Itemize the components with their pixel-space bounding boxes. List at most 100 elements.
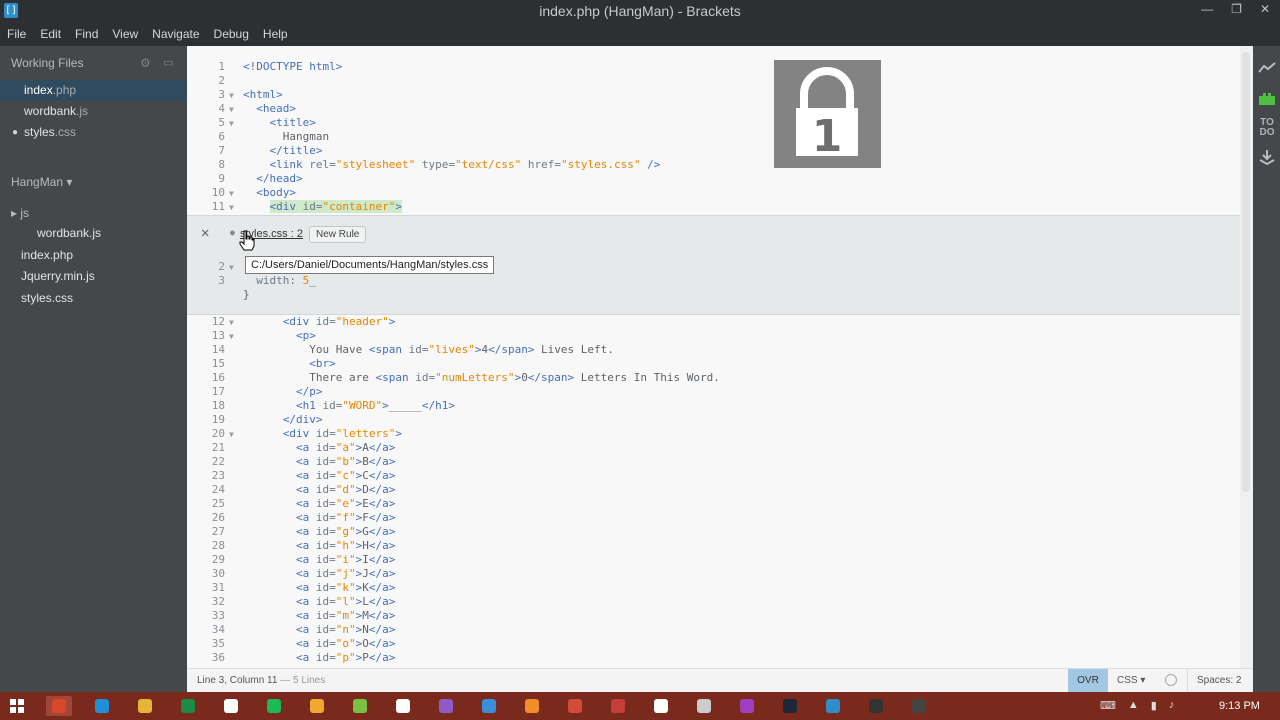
code-line[interactable]: 18 <h1 id="WORD">_____</h1> xyxy=(187,399,1240,413)
deploy-icon[interactable] xyxy=(1258,148,1276,166)
code-line[interactable]: 24 <a id="d">D</a> xyxy=(187,483,1240,497)
code-line[interactable]: 29 <a id="i">I</a> xyxy=(187,553,1240,567)
clock[interactable]: 9:13 PM xyxy=(1219,700,1260,712)
code-line[interactable]: 6 Hangman xyxy=(187,130,1240,144)
linter-status-icon[interactable] xyxy=(1165,674,1177,686)
brackets-icon[interactable] xyxy=(820,696,846,716)
code-line[interactable]: 16 There are <span id="numLetters">0</sp… xyxy=(187,371,1240,385)
menu-debug[interactable]: Debug xyxy=(214,27,249,41)
steam-icon[interactable] xyxy=(777,696,803,716)
chrome-icon[interactable] xyxy=(46,696,72,716)
amazon-icon[interactable] xyxy=(390,696,416,716)
spotify-icon[interactable] xyxy=(261,696,287,716)
visual-studio-icon[interactable] xyxy=(433,696,459,716)
working-file-wordbank[interactable]: wordbank.js xyxy=(0,101,187,122)
fold-toggle-icon[interactable]: ▼ xyxy=(229,89,234,103)
code-line[interactable]: 19 </div> xyxy=(187,413,1240,427)
scroll-thumb[interactable] xyxy=(1242,52,1250,492)
todo-icon[interactable]: TO DO xyxy=(1258,118,1276,138)
minimize-icon[interactable]: — xyxy=(1201,2,1213,16)
code-line[interactable]: 31 <a id="k">K</a> xyxy=(187,581,1240,595)
purple-app-icon[interactable] xyxy=(734,696,760,716)
language-selector[interactable]: CSS ▾ xyxy=(1117,675,1145,686)
menu-find[interactable]: Find xyxy=(75,27,98,41)
evernote-icon[interactable] xyxy=(347,696,373,716)
code-editor[interactable]: 1 <!DOCTYPE html> 2 3 ▼ <html> 4 ▼ <head> 5 ▼ <ti… xyxy=(187,46,1240,668)
tree-file-jquery[interactable]: Jquerry.min.js xyxy=(21,266,95,287)
fold-toggle-icon[interactable]: ▼ xyxy=(229,428,234,442)
menu-navigate[interactable]: Navigate xyxy=(152,27,199,41)
code-line[interactable]: 4 ▼ <head> xyxy=(187,102,1240,116)
menu-help[interactable]: Help xyxy=(263,27,288,41)
terminal-icon[interactable] xyxy=(863,696,889,716)
code-line[interactable]: 17 </p> xyxy=(187,385,1240,399)
code-line[interactable]: 25 <a id="e">E</a> xyxy=(187,497,1240,511)
fold-toggle-icon[interactable]: ▼ xyxy=(229,330,234,344)
tray-up-icon[interactable]: ▲ xyxy=(1128,699,1139,712)
close-icon[interactable]: ✕ xyxy=(1260,2,1270,16)
code-line[interactable]: 30 <a id="j">J</a> xyxy=(187,567,1240,581)
code-line[interactable]: 7 </title> xyxy=(187,144,1240,158)
tree-file-index[interactable]: index.php xyxy=(21,245,73,266)
fold-toggle-icon[interactable]: ▼ xyxy=(229,103,234,117)
home-icon[interactable] xyxy=(218,696,244,716)
tree-file-styles[interactable]: styles.css xyxy=(21,288,73,309)
code-line[interactable]: 32 <a id="l">L</a> xyxy=(187,595,1240,609)
code-line[interactable]: } xyxy=(187,288,1240,302)
inline-css-editor[interactable]: ✕ ● styles.css : 2 New Rule C:/Users/Dan… xyxy=(187,215,1240,315)
code-line[interactable]: 33 <a id="m">M</a> xyxy=(187,609,1240,623)
project-title[interactable]: HangMan ▾ xyxy=(11,175,72,189)
volume-icon[interactable]: ♪ xyxy=(1169,699,1175,712)
code-line[interactable]: 34 <a id="n">N</a> xyxy=(187,623,1240,637)
calculator-icon[interactable] xyxy=(648,696,674,716)
code-line[interactable]: 14 You Have <span id="lives">4</span> Li… xyxy=(187,343,1240,357)
tree-file-wordbank[interactable]: wordbank.js xyxy=(37,223,101,244)
code-line[interactable]: 13 ▼ <p> xyxy=(187,329,1240,343)
new-rule-button[interactable]: New Rule xyxy=(309,226,367,243)
media-icon[interactable] xyxy=(562,696,588,716)
gear-icon[interactable]: ⚙ xyxy=(140,56,151,70)
code-line[interactable]: 27 <a id="g">G</a> xyxy=(187,525,1240,539)
menu-view[interactable]: View xyxy=(112,27,138,41)
presentation-icon[interactable] xyxy=(605,696,631,716)
editor-scrollbar[interactable] xyxy=(1240,46,1253,668)
keyboard-icon[interactable]: ⌨ xyxy=(1100,699,1116,712)
indent-setting[interactable]: Spaces: 2 xyxy=(1197,675,1241,686)
working-file-index[interactable]: index.php xyxy=(0,80,187,101)
code-line[interactable]: 36 <a id="p">P</a> xyxy=(187,651,1240,665)
code-line[interactable]: 20 ▼ <div id="letters"> xyxy=(187,427,1240,441)
fold-toggle-icon[interactable]: ▼ xyxy=(229,201,234,215)
windows-start-icon[interactable] xyxy=(10,699,24,716)
user-icon[interactable] xyxy=(519,696,545,716)
code-line[interactable]: 35 <a id="o">O</a> xyxy=(187,637,1240,651)
code-line[interactable]: 11 ▼ <div id="container"> xyxy=(187,200,1240,214)
split-view-icon[interactable]: ▭ xyxy=(163,56,173,69)
code-line[interactable]: 1 <!DOCTYPE html> xyxy=(187,60,1240,74)
ie-icon[interactable] xyxy=(89,696,115,716)
vs-code-icon[interactable] xyxy=(476,696,502,716)
code-line[interactable]: 21 <a id="a">A</a> xyxy=(187,441,1240,455)
code-line[interactable]: 8 <link rel="stylesheet" type="text/css"… xyxy=(187,158,1240,172)
close-inline-editor-icon[interactable]: ✕ xyxy=(201,225,209,241)
fold-toggle-icon[interactable]: ▼ xyxy=(229,316,234,330)
fold-toggle-icon[interactable]: ▼ xyxy=(229,261,234,275)
working-file-styles[interactable]: ● styles.css xyxy=(0,122,187,143)
code-line[interactable]: 28 <a id="h">H</a> xyxy=(187,539,1240,553)
extension-manager-icon[interactable] xyxy=(1258,90,1276,108)
code-line[interactable]: 15 <br> xyxy=(187,357,1240,371)
code-line[interactable]: 3 width: 5_ xyxy=(187,274,1240,288)
code-line[interactable]: 10 ▼ <body> xyxy=(187,186,1240,200)
code-line[interactable]: 2 xyxy=(187,74,1240,88)
settings-icon[interactable] xyxy=(906,696,932,716)
live-preview-icon[interactable] xyxy=(1258,62,1276,80)
code-line[interactable]: 22 <a id="b">B</a> xyxy=(187,455,1240,469)
network-icon[interactable]: ▮ xyxy=(1151,699,1157,712)
code-line[interactable]: 5 ▼ <title> xyxy=(187,116,1240,130)
game-icon[interactable] xyxy=(691,696,717,716)
menu-file[interactable]: File xyxy=(7,27,26,41)
overwrite-mode-toggle[interactable]: OVR xyxy=(1068,669,1108,693)
code-line[interactable]: 23 <a id="c">C</a> xyxy=(187,469,1240,483)
fold-toggle-icon[interactable]: ▼ xyxy=(229,117,234,131)
code-line[interactable]: 26 <a id="f">F</a> xyxy=(187,511,1240,525)
maximize-icon[interactable]: ❐ xyxy=(1231,2,1242,16)
